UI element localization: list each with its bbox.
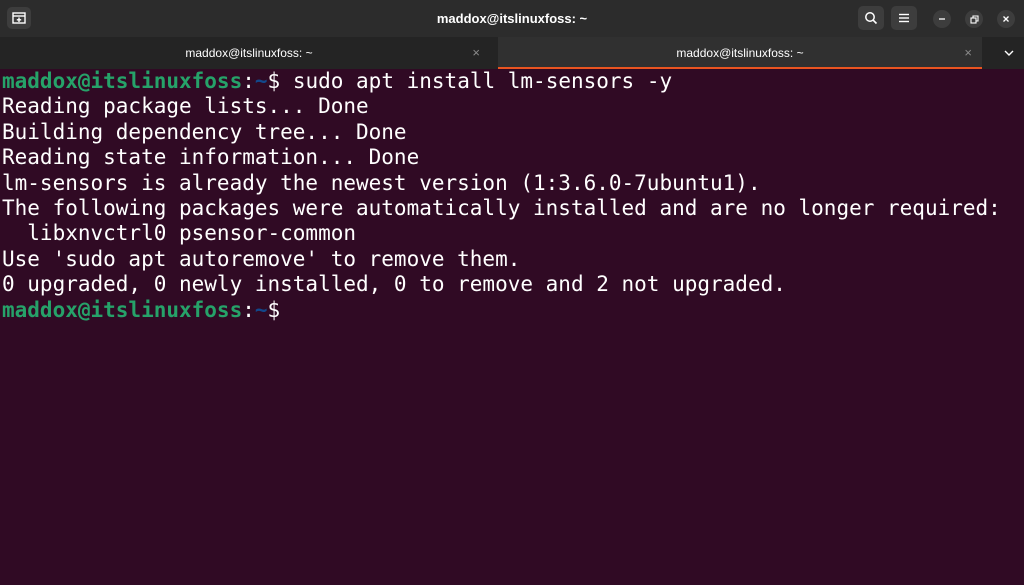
- command-text: sudo apt install lm-sensors -y: [292, 69, 673, 93]
- output-line: Reading state information... Done: [2, 145, 420, 170]
- tab-2[interactable]: maddox@itslinuxfoss: ~ ×: [498, 37, 982, 69]
- prompt-user-host: maddox@itslinuxfoss: [2, 69, 243, 93]
- prompt-symbol: $: [267, 69, 293, 93]
- output-line: Use 'sudo apt autoremove' to remove them…: [2, 246, 521, 271]
- prompt-colon: :: [242, 69, 255, 93]
- prompt-symbol: $: [267, 297, 293, 322]
- terminal-area[interactable]: maddox@itslinuxfoss:~$ sudo apt install …: [0, 69, 1024, 585]
- output-line: libxnvctrl0 psensor-common: [2, 221, 357, 246]
- command-line: maddox@itslinuxfoss:~$ sudo apt install …: [2, 69, 1024, 94]
- title-bar: maddox@itslinuxfoss: ~: [0, 0, 1024, 37]
- prompt-user-host: maddox@itslinuxfoss: [2, 297, 243, 322]
- close-icon: [1003, 16, 1009, 22]
- minimize-button[interactable]: [933, 10, 951, 28]
- output-line: Building dependency tree... Done: [2, 119, 407, 144]
- tab-close-icon[interactable]: ×: [964, 37, 972, 69]
- hamburger-menu-icon: [899, 13, 909, 23]
- search-button[interactable]: [858, 6, 884, 30]
- tab-bar: maddox@itslinuxfoss: ~ × maddox@itslinux…: [0, 37, 1024, 69]
- tabs-dropdown-button[interactable]: [1004, 37, 1014, 69]
- tab-1[interactable]: maddox@itslinuxfoss: ~ ×: [0, 37, 498, 69]
- restore-button[interactable]: [965, 10, 983, 28]
- output-line: 0 upgraded, 0 newly installed, 0 to remo…: [2, 272, 786, 297]
- minimize-icon: [939, 18, 945, 20]
- current-prompt-line[interactable]: maddox@itslinuxfoss:~$: [2, 298, 1024, 323]
- tab-label: maddox@itslinuxfoss: ~: [676, 46, 804, 60]
- restore-icon: [969, 14, 979, 24]
- close-button[interactable]: [997, 10, 1015, 28]
- prompt-colon: :: [242, 297, 255, 322]
- output-line: Reading package lists... Done: [2, 94, 369, 119]
- prompt-path: ~: [254, 69, 268, 93]
- search-icon: [865, 12, 878, 25]
- tab-close-icon[interactable]: ×: [472, 37, 480, 69]
- menu-button[interactable]: [891, 6, 917, 30]
- prompt-path: ~: [254, 297, 268, 322]
- chevron-down-icon: [1004, 50, 1014, 56]
- tab-label: maddox@itslinuxfoss: ~: [185, 46, 313, 60]
- output-line: The following packages were automaticall…: [2, 195, 1001, 220]
- output-line: lm-sensors is already the newest version…: [2, 170, 761, 195]
